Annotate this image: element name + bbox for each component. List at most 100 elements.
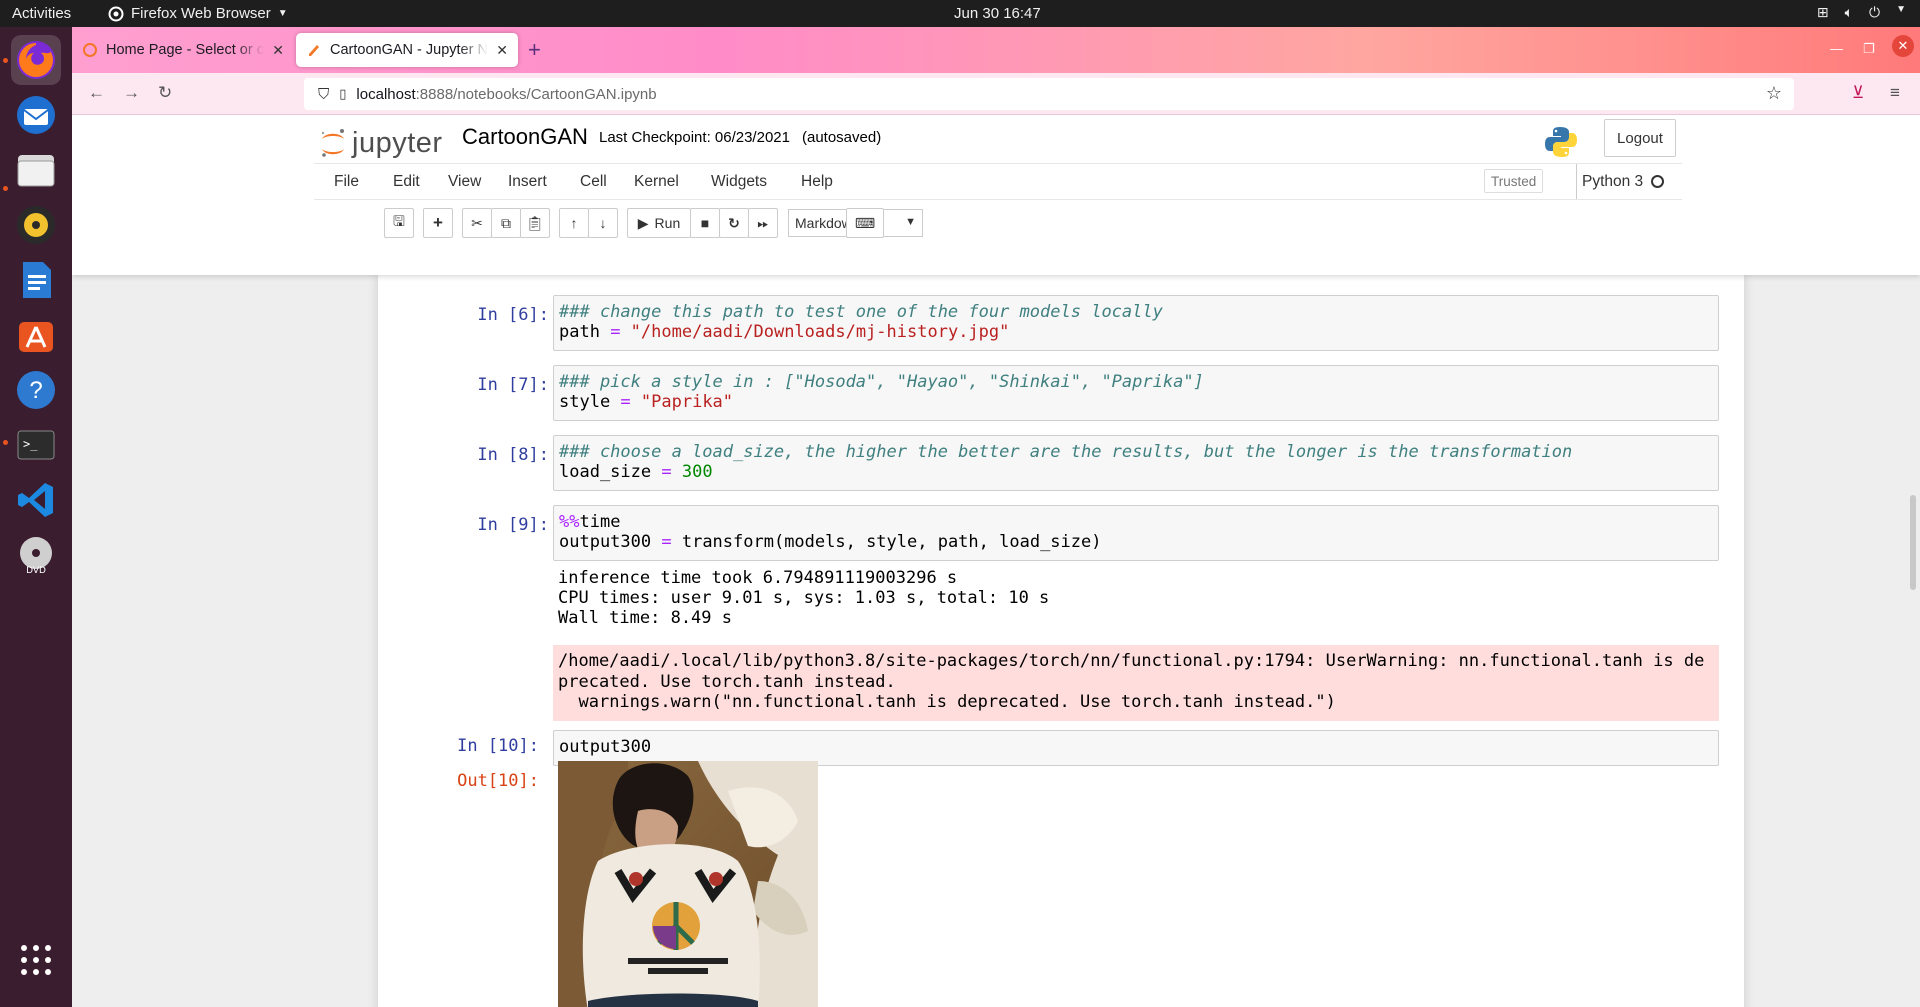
output-image	[558, 761, 818, 1007]
cut-button[interactable]: ✂︎	[462, 208, 492, 238]
minimize-icon[interactable]: —	[1830, 41, 1843, 56]
back-icon[interactable]: ←	[88, 83, 105, 103]
menu-kernel[interactable]: Kernel	[634, 173, 679, 191]
insert-cell-button[interactable]: +	[423, 208, 453, 238]
tab-cartoongan[interactable]: CartoonGAN - Jupyter Notebook ✕	[296, 33, 518, 67]
interrupt-button[interactable]: ■	[690, 208, 720, 238]
logout-button[interactable]: Logout	[1604, 119, 1676, 157]
jupyter-logo-icon	[321, 129, 344, 157]
kernel-indicator: Python 3	[1576, 164, 1665, 199]
close-tab-icon[interactable]: ✕	[272, 42, 284, 59]
last-checkpoint: Last Checkpoint: 06/23/2021	[599, 129, 790, 146]
maximize-icon[interactable]: ❐	[1863, 41, 1875, 57]
code-input[interactable]: ### pick a style in : ["Hosoda", "Hayao"…	[553, 365, 1719, 421]
url-bar[interactable]: ⛉ ▯ localhost:8888/notebooks/CartoonGAN.…	[304, 78, 1794, 110]
move-down-button[interactable]: ↓	[588, 208, 618, 238]
restart-run-all-button[interactable]: ⏩︎	[748, 208, 778, 238]
stderr-output: /home/aadi/.local/lib/python3.8/site-pac…	[553, 645, 1719, 721]
checkpoint-status: Last Checkpoint: 06/23/2021 (autosaved)	[599, 129, 893, 146]
code-comment: ### change this path to test one of the …	[559, 302, 1163, 322]
input-prompt: In [6]:	[477, 305, 549, 325]
page-scrollbar[interactable]	[1910, 495, 1916, 590]
command-palette-button[interactable]: ⌨	[846, 208, 884, 238]
url-path: :8888/notebooks/CartoonGAN.ipynb	[415, 85, 657, 103]
stop-icon: ■	[700, 215, 710, 231]
url-host: localhost	[356, 85, 416, 103]
scissors-icon: ✂︎	[471, 214, 483, 231]
restart-kernel-button[interactable]: ↻	[719, 208, 749, 238]
software-center-dock-icon[interactable]	[11, 310, 61, 360]
reload-icon[interactable]: ↻	[158, 83, 172, 103]
code-magic-prefix: %%	[559, 512, 580, 532]
close-tab-icon[interactable]: ✕	[496, 42, 508, 59]
code-comment: ### pick a style in : ["Hosoda", "Hayao"…	[559, 372, 1204, 392]
notebook-title[interactable]: CartoonGAN	[462, 124, 588, 150]
code-operator: =	[651, 462, 682, 482]
code-input[interactable]: %%time output300 = transform(models, sty…	[553, 505, 1719, 561]
code-input[interactable]: ### choose a load_size, the higher the b…	[553, 435, 1719, 491]
run-button[interactable]: ▶ Run	[627, 208, 691, 238]
code-variable: style	[559, 392, 611, 412]
jupyter-header: jupyter CartoonGAN Last Checkpoint: 06/2…	[72, 115, 1920, 275]
menu-bar: File Edit View Insert Cell Kernel Widget…	[314, 163, 1682, 200]
show-apps-grid-icon[interactable]	[11, 935, 61, 985]
firefox-dock-icon[interactable]	[11, 35, 61, 85]
code-input[interactable]: ### change this path to test one of the …	[553, 295, 1719, 351]
close-window-icon[interactable]: ✕	[1892, 35, 1914, 57]
pocket-icon[interactable]: ⊻	[1852, 83, 1864, 103]
system-tray[interactable]: ⊞ 🔈︎ ⏻ ▼	[1817, 4, 1906, 21]
menu-cell[interactable]: Cell	[580, 173, 607, 191]
bookmark-star-icon[interactable]: ☆	[1766, 83, 1782, 104]
menu-help[interactable]: Help	[801, 173, 833, 191]
move-up-button[interactable]: ↑	[559, 208, 589, 238]
menu-edit[interactable]: Edit	[393, 173, 420, 191]
input-prompt: In [7]:	[477, 375, 549, 395]
code-operator: =	[651, 532, 682, 552]
clock[interactable]: Jun 30 16:47	[954, 5, 1041, 22]
terminal-dock-icon[interactable]: >_	[11, 420, 61, 470]
kernel-name[interactable]: Python 3	[1582, 173, 1643, 191]
firefox-small-icon	[108, 6, 124, 21]
menu-file[interactable]: File	[334, 173, 359, 191]
copy-button[interactable]: ⧉	[491, 208, 521, 238]
new-tab-icon[interactable]: +	[528, 37, 541, 63]
stdout-output: inference time took 6.794891119003296 s …	[558, 568, 1050, 628]
app-menu[interactable]: Firefox Web Browser ▼	[108, 5, 288, 22]
code-operator: =	[599, 322, 631, 342]
page-info-icon[interactable]: ▯	[339, 86, 346, 102]
save-button[interactable]: 🖫︎	[384, 208, 414, 238]
notebook-toolbar: 🖫︎ + ✂︎ ⧉ 📋︎ ↑ ↓ ▶ Run ■ ↻ ⏩︎ Markdown ▼ …	[314, 208, 1682, 242]
code-number: 300	[681, 462, 713, 482]
dvd-drive-dock-icon[interactable]: DVD	[11, 530, 61, 580]
activities-button[interactable]: Activities	[12, 5, 71, 22]
files-dock-icon[interactable]	[11, 145, 61, 195]
menu-widgets[interactable]: Widgets	[711, 173, 767, 191]
menu-insert[interactable]: Insert	[508, 173, 547, 191]
restart-icon: ↻	[728, 214, 740, 231]
tab-home-page[interactable]: Home Page - Select or create a notebook …	[72, 33, 294, 67]
run-label: Run	[654, 215, 681, 231]
menu-view[interactable]: View	[448, 173, 481, 191]
jupyter-logo[interactable]: jupyter	[318, 125, 443, 161]
volume-icon: 🔈︎	[1844, 4, 1854, 20]
code-string: "/home/aadi/Downloads/mj-history.jpg"	[630, 322, 1010, 342]
shield-icon[interactable]: ⛉	[318, 86, 329, 103]
vscode-dock-icon[interactable]	[11, 475, 61, 525]
paste-button[interactable]: 📋︎	[520, 208, 550, 238]
running-indicator	[3, 58, 8, 63]
rhythmbox-dock-icon[interactable]	[11, 200, 61, 250]
hamburger-menu-icon[interactable]: ≡	[1890, 83, 1900, 103]
code-expression: transform(models, style, path, load_size…	[681, 532, 1102, 552]
libreoffice-writer-dock-icon[interactable]	[11, 255, 61, 305]
kernel-idle-icon	[1651, 175, 1665, 188]
code-variable: output300	[559, 532, 652, 552]
svg-text:?: ?	[29, 377, 42, 404]
help-dock-icon[interactable]: ?	[11, 365, 61, 415]
input-prompt: In [8]:	[477, 445, 549, 465]
trusted-indicator[interactable]: Trusted	[1484, 169, 1544, 193]
forward-icon[interactable]: →	[123, 83, 140, 103]
fast-forward-icon: ⏩︎	[757, 214, 769, 231]
python-logo-icon	[1545, 127, 1577, 157]
power-icon: ⏻	[1869, 4, 1881, 20]
thunderbird-dock-icon[interactable]	[11, 90, 61, 140]
